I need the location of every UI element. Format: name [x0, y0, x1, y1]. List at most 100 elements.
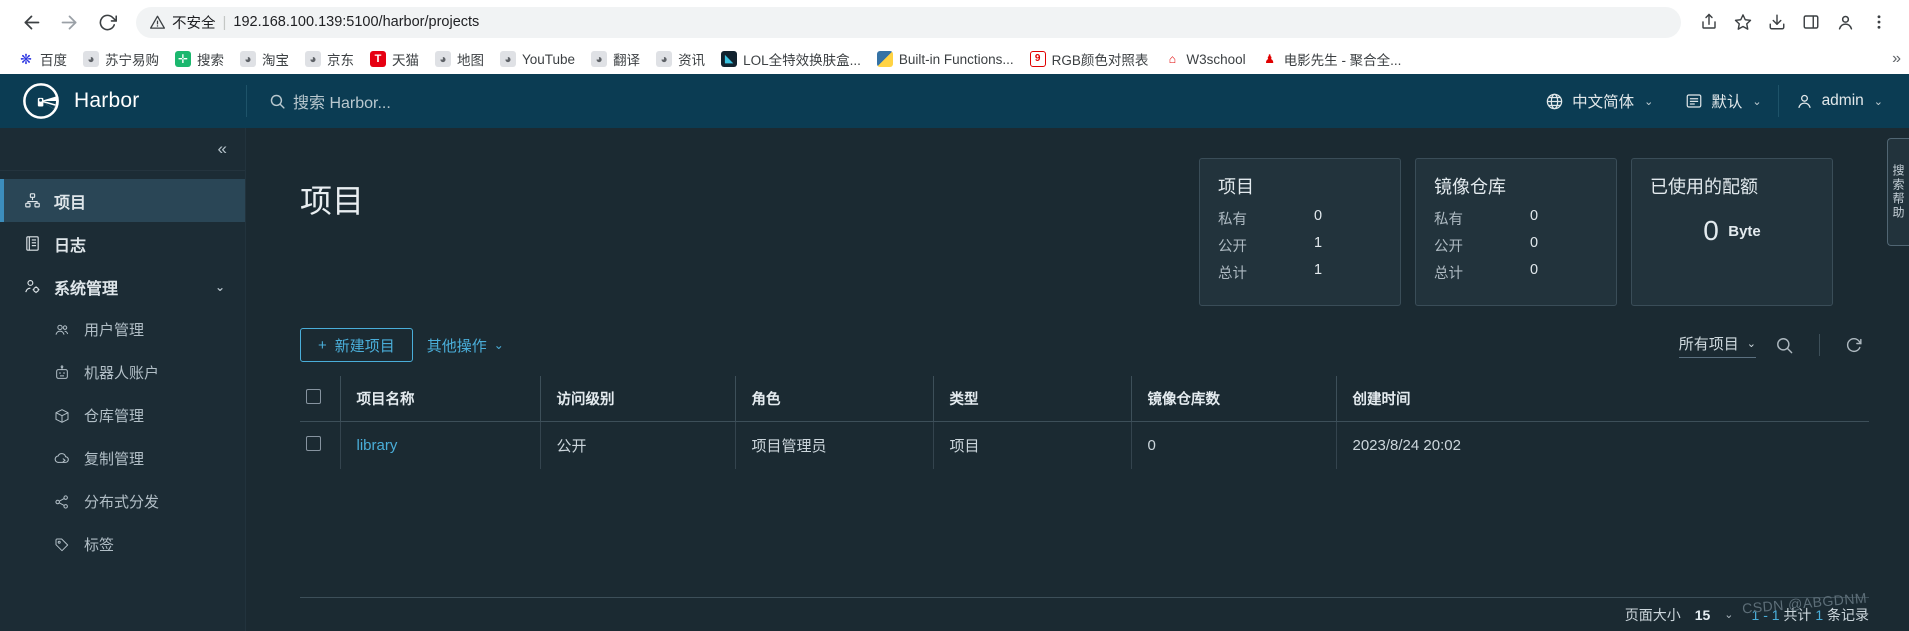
search-icon: ✛ — [175, 51, 191, 67]
sidebar-nav-list: 项目 日志 系统管理 ⌄ 用户管理 机器人账户 仓库管理 复制管理 分布式分发 … — [0, 171, 245, 566]
bookmark-label: 天猫 — [392, 53, 419, 68]
sidebar-item-projects[interactable]: 项目 — [0, 179, 245, 222]
column-header-created[interactable]: 创建时间 — [1335, 376, 1869, 422]
sidebar-item-label: 项目 — [54, 194, 87, 212]
globe-icon: ◕ — [83, 51, 99, 67]
bookmark-label: 资讯 — [678, 53, 706, 68]
bookmark-star-button[interactable] — [1727, 6, 1759, 38]
harbor-app: Harbor 搜索 Harbor... 中文简体 ⌄ 默认 ⌄ admin ⌄ … — [0, 74, 1909, 631]
header-divider — [246, 85, 247, 117]
bookmark-item[interactable]: Built-in Functions... — [869, 48, 1022, 70]
column-header-role[interactable]: 角色 — [734, 376, 933, 422]
replication-icon — [52, 450, 72, 467]
bookmark-item[interactable]: ❋ 百度 — [10, 46, 75, 72]
table-row[interactable]: library 公开 项目管理员 项目 0 2023/8/24 20:02 — [300, 421, 1869, 469]
bookmark-item[interactable]: ✛ 搜索 — [167, 46, 232, 72]
sidebar-item-replications[interactable]: 复制管理 — [0, 437, 245, 480]
bookmark-label: YouTube — [522, 51, 576, 67]
card-row-key: 总计 — [1434, 266, 1463, 282]
movie-icon: ♟ — [1261, 51, 1278, 67]
page-size-control[interactable]: 页面大小 15 ⌄ — [1625, 605, 1734, 625]
sidebar-item-logs[interactable]: 日志 — [0, 222, 245, 265]
bookmark-item[interactable]: ⌂ W3school — [1156, 48, 1253, 70]
sidebar: « 项目 日志 系统管理 ⌄ 用户管理 机器人账户 仓库管理 复制管理 分布式分… — [0, 128, 246, 631]
column-header-access[interactable]: 访问级别 — [539, 376, 735, 422]
registry-icon — [52, 408, 72, 424]
brand[interactable]: Harbor — [0, 82, 246, 120]
theme-label: 默认 — [1711, 94, 1743, 111]
new-project-button[interactable]: + 新建项目 — [300, 328, 413, 362]
forward-button[interactable] — [52, 5, 86, 39]
column-header-name[interactable]: 项目名称 — [339, 376, 540, 422]
sidepanel-button[interactable] — [1795, 6, 1827, 38]
share-button[interactable] — [1693, 6, 1725, 38]
bookmark-item[interactable]: 9 RGB颜色对照表 — [1022, 46, 1157, 72]
column-header-repo-count[interactable]: 镜像仓库数 — [1130, 376, 1336, 422]
downloads-button[interactable] — [1761, 6, 1793, 38]
bookmark-item[interactable]: ◕ 苏宁易购 — [75, 46, 167, 72]
lol-icon: ◣ — [721, 51, 738, 67]
address-bar[interactable]: 不安全 | 192.168.100.139:5100/harbor/projec… — [136, 6, 1681, 38]
card-row-value: 0 — [1530, 208, 1539, 224]
project-filter-select[interactable]: 所有项目 ⌄ — [1678, 333, 1756, 358]
bookmark-item[interactable]: ◕ 资讯 — [648, 46, 713, 72]
new-project-label: 新建项目 — [334, 337, 395, 355]
chevron-down-icon: ⌄ — [493, 338, 504, 352]
bookmarks-overflow-button[interactable]: » — [1892, 50, 1901, 68]
sidebar-item-registries[interactable]: 仓库管理 — [0, 394, 245, 437]
bookmark-label: 搜索 — [197, 53, 224, 68]
cell-type: 项目 — [932, 421, 1131, 469]
python-icon — [876, 51, 893, 67]
bookmark-label: 电影先生 - 聚合全... — [1283, 53, 1402, 68]
chrome-menu-button[interactable] — [1863, 6, 1895, 38]
bookmark-item[interactable]: ◣ LOL全特效换肤盒... — [713, 46, 869, 72]
bookmark-label: LOL全特效换肤盒... — [743, 53, 861, 68]
page-header: 项目 项目 私有 0 公开 1 总计 1 镜像仓库 私有 0 公开 0 总计 0… — [246, 128, 1909, 306]
theme-selector[interactable]: 默认 ⌄ — [1669, 74, 1777, 128]
cell-access-level: 公开 — [539, 421, 735, 469]
other-actions-button[interactable]: 其他操作 ⌄ — [427, 335, 504, 356]
bookmark-item[interactable]: T 天猫 — [362, 46, 427, 72]
global-search[interactable]: 搜索 Harbor... — [269, 89, 391, 113]
search-input[interactable]: 搜索 Harbor... — [293, 89, 391, 113]
bookmark-item[interactable]: ◕ 地图 — [427, 46, 492, 72]
bookmark-item[interactable]: ♟ 电影先生 - 聚合全... — [1254, 46, 1410, 72]
card-row-value: 0 — [1314, 208, 1323, 224]
bookmark-label: 苏宁易购 — [105, 53, 159, 68]
theme-icon — [1686, 94, 1702, 108]
label-icon — [52, 537, 72, 553]
card-row-key: 私有 — [1434, 212, 1463, 228]
language-selector[interactable]: 中文简体 ⌄ — [1529, 74, 1669, 128]
select-all-checkbox[interactable] — [306, 389, 321, 404]
sidebar-collapse-button[interactable]: « — [0, 128, 245, 171]
bookmark-item[interactable]: ◕ 翻译 — [583, 46, 648, 72]
column-header-type[interactable]: 类型 — [932, 376, 1131, 422]
sidebar-item-labels[interactable]: 标签 — [0, 523, 245, 566]
bookmark-item[interactable]: ◕ 淘宝 — [232, 46, 297, 72]
back-button[interactable] — [14, 5, 48, 39]
chevron-down-icon[interactable]: ⌄ — [1724, 608, 1733, 621]
card-row: 公开 0 — [1434, 235, 1598, 256]
sidebar-item-administration[interactable]: 系统管理 ⌄ — [0, 265, 245, 308]
sidebar-item-users[interactable]: 用户管理 — [0, 308, 245, 351]
bookmark-item[interactable]: ◕ 京东 — [297, 46, 362, 72]
other-actions-label: 其他操作 — [426, 337, 487, 355]
user-menu[interactable]: admin ⌄ — [1779, 74, 1909, 128]
sidebar-item-distribution[interactable]: 分布式分发 — [0, 480, 245, 523]
search-button[interactable] — [1770, 336, 1799, 355]
project-link[interactable]: library — [357, 437, 398, 454]
sidebar-item-robot-accounts[interactable]: 机器人账户 — [0, 351, 245, 394]
refresh-button[interactable] — [1840, 336, 1869, 355]
omnibox-separator: | — [222, 13, 227, 31]
bookmark-label: 翻译 — [613, 53, 641, 68]
search-icon — [1777, 337, 1793, 353]
card-row-value: 1 — [1314, 262, 1323, 278]
brand-title: Harbor — [74, 89, 140, 112]
reload-button[interactable] — [90, 5, 124, 39]
edge-help-tab[interactable]: 搜索帮助 — [1887, 138, 1909, 246]
bookmark-item[interactable]: ◕ YouTube — [492, 48, 583, 70]
row-checkbox[interactable] — [306, 436, 321, 451]
account-icon — [1838, 15, 1852, 30]
profile-button[interactable] — [1829, 6, 1861, 38]
chevron-down-icon[interactable]: ⌄ — [215, 280, 225, 294]
